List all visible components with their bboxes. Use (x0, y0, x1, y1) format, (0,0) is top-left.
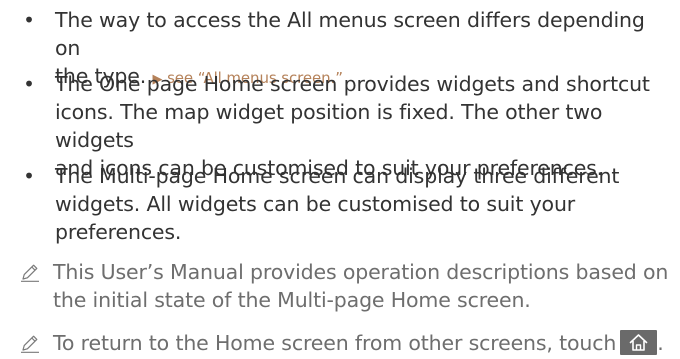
note-line: This User’s Manual provides operation de… (53, 260, 669, 284)
manual-page: • The way to access the All menus screen… (0, 0, 680, 359)
bullet-item: • The One page Home screen provides widg… (22, 70, 672, 180)
bullet-item: • The way to access the All menus screen… (22, 6, 672, 88)
bullet-text: The Multi-page Home screen can display t… (55, 162, 675, 246)
pencil-note-icon (21, 335, 39, 353)
bullet-dot: • (23, 164, 35, 188)
note-text: This User’s Manual provides operation de… (53, 258, 673, 314)
bullet-line: The One page Home screen provides widget… (55, 72, 650, 96)
pencil-note-icon (21, 264, 39, 282)
home-button[interactable] (620, 329, 658, 355)
bullet-line: The way to access the All menus screen d… (55, 8, 645, 60)
bullet-line: The Multi-page Home screen can display t… (55, 164, 620, 188)
note-line: the initial state of the Multi-page Home… (53, 288, 531, 312)
bullet-line: widgets. All widgets can be customised t… (55, 192, 576, 216)
sentence-end: . (657, 331, 664, 355)
note-text: To return to the Home screen from other … (53, 329, 673, 357)
bullet-dot: • (23, 72, 35, 96)
bullet-item: • The Multi-page Home screen can display… (22, 162, 672, 248)
bullet-line: preferences. (55, 220, 182, 244)
bullet-dot: • (23, 8, 35, 32)
note-item: To return to the Home screen from other … (20, 329, 675, 359)
home-icon (629, 333, 648, 351)
bullet-line: icons. The map widget position is fixed.… (55, 100, 603, 152)
note-item: This User’s Manual provides operation de… (20, 258, 675, 316)
note-line: To return to the Home screen from other … (53, 331, 617, 355)
